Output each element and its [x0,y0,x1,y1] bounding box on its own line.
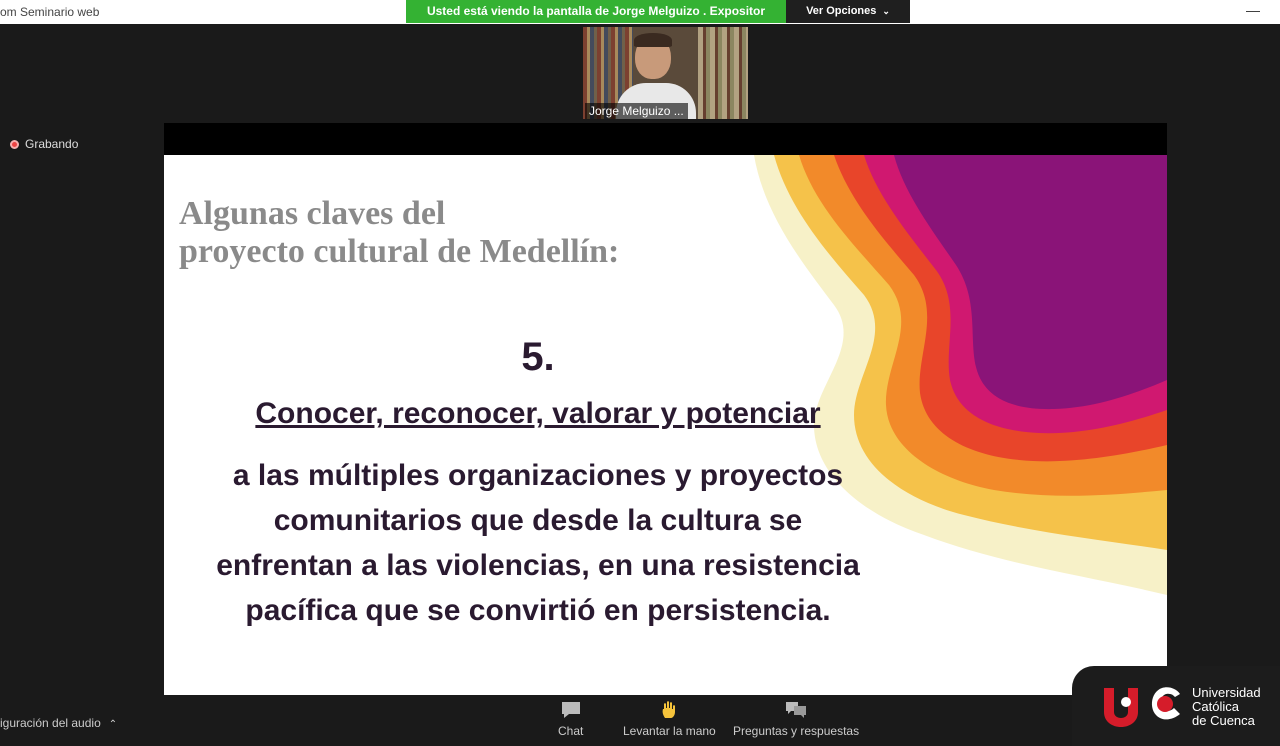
university-name: Universidad Católica de Cuenca [1192,686,1261,728]
chevron-down-icon: ⌄ [882,6,890,16]
recording-indicator[interactable]: Grabando [10,137,78,151]
speaker-video[interactable]: Jorge Melguizo ... [583,27,748,119]
audio-settings-label: iguración del audio [0,716,101,730]
audio-settings-button[interactable]: iguración del audio ⌃ [0,716,117,730]
participant-name: Jorge Melguizo ... [585,103,688,119]
speaker-hair [634,33,672,47]
shared-slide: Algunas claves del proyecto cultural de … [164,155,1167,695]
university-name-line: Universidad [1192,685,1261,700]
slide-body: a las múltiples organizaciones y proyect… [164,453,912,633]
slide-body-line: pacífica que se convirtió en persistenci… [245,594,831,627]
chat-label: Chat [558,724,584,738]
record-icon [10,140,19,149]
bookshelf-right [698,27,748,119]
view-options-label: Ver Opciones [806,5,877,17]
minimize-icon[interactable]: — [1246,2,1260,18]
university-logo: Universidad Católica de Cuenca [1072,666,1280,746]
university-name-line: de Cuenca [1192,713,1255,728]
slide-body-line: a las múltiples organizaciones y proyect… [232,459,844,492]
chevron-up-icon: ⌃ [108,719,118,730]
screen-share-banner: Usted está viendo la pantalla de Jorge M… [406,0,786,23]
qa-label: Preguntas y respuestas [733,724,860,738]
raise-hand-icon [662,701,676,718]
chat-icon [561,702,580,718]
slide-title-line: Algunas claves del [179,195,446,232]
raise-hand-button[interactable]: Levantar la mano [623,700,716,738]
slide-number: 5. [521,335,555,379]
slide-title-line: proyecto cultural de Medellín: [179,233,620,270]
qa-icon [786,702,807,718]
slide-title: Algunas claves del proyecto cultural de … [179,195,739,271]
ucacue-logo-icon [1104,687,1180,727]
qa-button[interactable]: Preguntas y respuestas [733,700,859,738]
recording-label: Grabando [25,137,79,151]
university-name-line: Católica [1192,699,1239,714]
window-title: om Seminario web [0,5,100,19]
chat-button[interactable]: Chat [558,700,583,738]
shared-screen-header [164,123,1167,155]
raise-hand-label: Levantar la mano [623,724,716,738]
slide-body-line: enfrentan a las violencias, en una resis… [216,549,860,582]
slide-headline: Conocer, reconocer, valorar y potenciar [255,397,821,430]
slide-body-line: comunitarios que desde la cultura se [273,504,803,537]
view-options-button[interactable]: Ver Opciones ⌄ [786,0,910,23]
